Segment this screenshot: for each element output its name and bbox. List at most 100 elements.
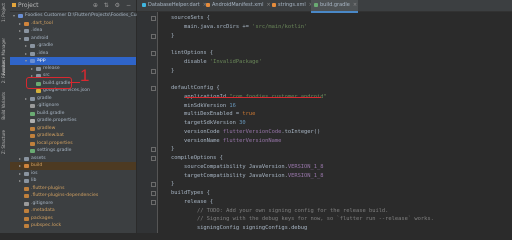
project-panel-header: Project ⊕ ⇅ ⚙ − xyxy=(10,0,136,12)
editor-tab[interactable]: AndroidManifest.xml × xyxy=(203,0,271,11)
file-orange-icon xyxy=(24,209,29,213)
code-token: main.java.srcDirs += xyxy=(158,23,253,30)
code-token: sourceCompatibility JavaVersion. xyxy=(158,163,288,170)
code-line: signingConfig signingConfigs.debug xyxy=(158,224,307,233)
folder-icon xyxy=(24,171,29,176)
folder-icon xyxy=(30,51,35,56)
fold-marker-icon[interactable] xyxy=(151,191,156,196)
project-icon xyxy=(12,3,16,7)
code-token: VERSION_1_8 xyxy=(287,163,324,170)
fold-marker-icon[interactable] xyxy=(151,16,156,21)
code-token: } xyxy=(158,67,175,74)
fold-marker-icon[interactable] xyxy=(151,199,156,205)
fold-marker-icon[interactable] xyxy=(151,33,156,39)
code-token: multiDexEnabled = xyxy=(158,111,243,118)
annotation-highlight-box xyxy=(26,77,72,89)
code-line: targetCompatibility JavaVersion.VERSION_… xyxy=(158,172,324,181)
file-orange-icon xyxy=(24,186,29,191)
tree-item[interactable]: pubspec.lock xyxy=(10,222,136,230)
code-token: 'InvalidPackage' xyxy=(209,58,262,65)
editor-tab[interactable]: DatabaseHelper.dart × xyxy=(139,0,207,11)
tree-item-label: pubspec.lock xyxy=(31,223,62,228)
code-token: signingConfig signingConfigs.debug xyxy=(158,225,308,231)
code-line: } xyxy=(158,145,174,154)
code-token: minSdkVersion xyxy=(158,102,230,109)
code-line: } xyxy=(158,32,174,41)
json-icon xyxy=(36,89,41,93)
code-line: sourceSets { xyxy=(158,14,210,23)
code-line: sourceCompatibility JavaVersion.VERSION_… xyxy=(158,163,324,172)
annotation-arrow-line xyxy=(70,82,80,83)
code-token: targetCompatibility JavaVersion. xyxy=(158,172,288,179)
code-line: targetSdkVersion 30 xyxy=(158,119,246,128)
file-type-icon xyxy=(142,2,146,7)
tool-window-button[interactable]: 2: Favorites xyxy=(1,60,6,83)
code-token: .toInteger() xyxy=(281,128,321,135)
props-orange-icon xyxy=(30,141,35,146)
gradle-icon xyxy=(30,149,35,153)
code-line: } xyxy=(158,67,174,76)
file-type-icon xyxy=(272,2,276,7)
code-token: true xyxy=(242,111,256,118)
code-token: 30 xyxy=(239,120,246,126)
code-token: } xyxy=(158,181,175,188)
code-line: main.java.srcDirs += 'src/main/kotlin' xyxy=(158,23,307,32)
gradle-icon xyxy=(30,111,35,116)
tool-window-button[interactable]: Build Variants xyxy=(1,92,6,120)
code-token: flutterVersionName xyxy=(222,137,282,144)
fold-marker-icon[interactable] xyxy=(151,182,156,188)
file-orange-icon xyxy=(24,194,29,198)
code-line: versionName flutterVersionName xyxy=(158,137,281,146)
folder-icon xyxy=(30,44,35,48)
fold-marker-icon[interactable] xyxy=(151,51,156,56)
tool-window-button[interactable]: 1: Project xyxy=(1,3,6,22)
file-type-icon xyxy=(314,2,318,7)
code-token: compileOptions { xyxy=(158,155,223,161)
fold-marker-icon[interactable] xyxy=(151,68,156,74)
code-token: lintOptions { xyxy=(158,50,214,56)
annotation-underline xyxy=(185,97,321,98)
file-type-icon xyxy=(206,2,210,7)
project-panel-title[interactable]: Project xyxy=(18,0,39,11)
code-token: // TODO: Add your own signing config for… xyxy=(158,207,389,214)
folder-icon xyxy=(36,66,41,71)
tool-window-button[interactable]: Z: Structure xyxy=(1,130,6,154)
fold-marker-icon[interactable] xyxy=(151,156,156,161)
tab-label: strings.xml xyxy=(278,2,306,8)
code-token: versionCode xyxy=(158,128,223,135)
close-icon[interactable]: × xyxy=(353,2,357,8)
file-orange-icon xyxy=(30,126,35,131)
code-line: buildTypes { xyxy=(158,189,210,198)
code-token: flutterVersionCode xyxy=(222,128,282,135)
file-orange-icon xyxy=(24,224,29,228)
code-token: } xyxy=(158,32,175,39)
code-token: } xyxy=(158,146,175,153)
folder-icon xyxy=(30,96,35,101)
file-orange-icon xyxy=(30,134,35,138)
tab-label: build.gradle xyxy=(320,2,350,8)
code-area[interactable]: sourceSets { main.java.srcDirs += 'src/m… xyxy=(158,12,512,233)
code-token: disable xyxy=(158,58,210,65)
folder-module-icon xyxy=(30,59,35,63)
code-token: versionName xyxy=(158,137,223,144)
panel-tool-icons[interactable]: ⊕ ⇅ ⚙ − xyxy=(93,0,133,11)
folder-excluded-icon xyxy=(24,21,29,26)
code-token: release { xyxy=(158,198,214,205)
fold-marker-icon[interactable] xyxy=(151,86,156,91)
code-token: buildTypes { xyxy=(158,190,210,196)
annotation-number: 1 xyxy=(80,66,90,85)
project-panel: Project ⊕ ⇅ ⚙ − ▾ Foodies Customer D:\Flu… xyxy=(10,0,153,233)
code-line: } xyxy=(158,180,174,189)
file-orange-icon xyxy=(24,216,29,221)
code-line: minSdkVersion 16 xyxy=(158,102,236,111)
folder-icon xyxy=(24,36,29,41)
editor-tab[interactable]: strings.xml× xyxy=(269,0,313,11)
file-icon xyxy=(24,201,29,206)
folder-excluded-icon xyxy=(24,164,29,168)
code-token: sourceSets { xyxy=(158,15,210,21)
code-line: compileOptions { xyxy=(158,154,223,163)
editor-gutter xyxy=(137,12,158,233)
code-line: release { xyxy=(158,198,213,207)
module-icon xyxy=(18,14,23,18)
fold-marker-icon[interactable] xyxy=(151,147,156,153)
